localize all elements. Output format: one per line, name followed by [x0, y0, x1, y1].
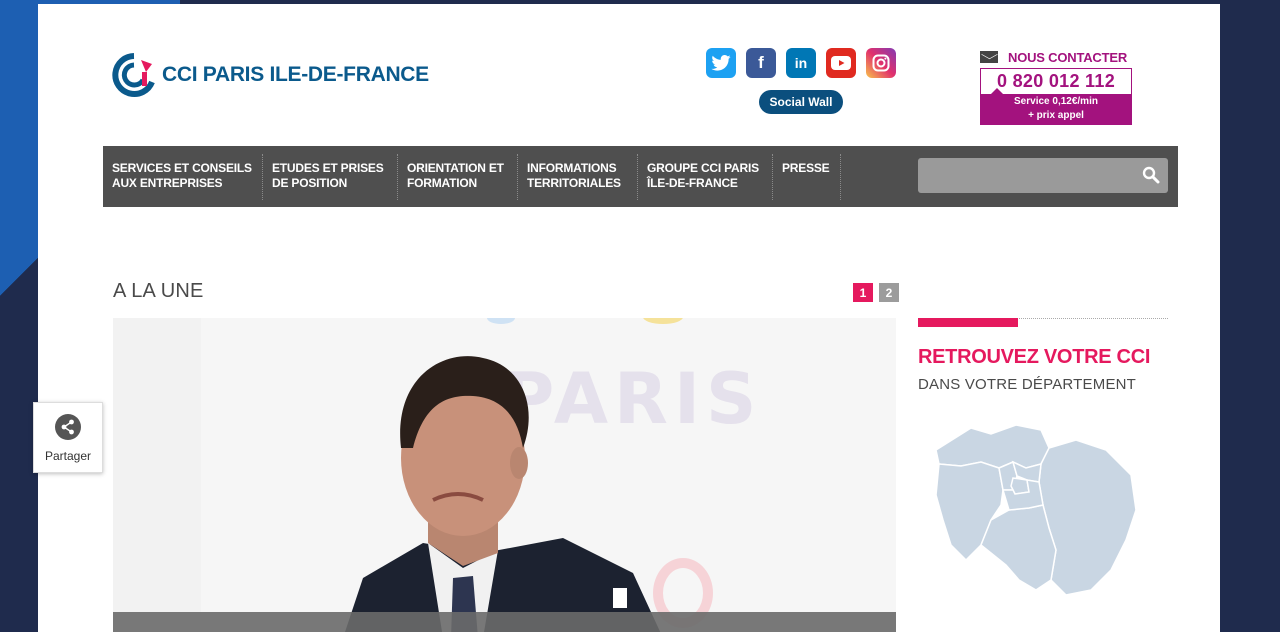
search-icon[interactable] — [1142, 166, 1160, 184]
contact-header[interactable]: NOUS CONTACTER — [980, 48, 1134, 66]
phone-number[interactable]: 0 820 012 112 — [981, 69, 1131, 94]
pager-button-1[interactable]: 1 — [853, 283, 873, 302]
pager-button-2[interactable]: 2 — [879, 283, 899, 302]
linkedin-icon[interactable]: in — [786, 48, 816, 78]
side-accent-bar — [918, 318, 1018, 327]
map-region-seine-et-marne — [1038, 439, 1137, 596]
carousel-pager: 1 2 — [853, 283, 899, 302]
phone-note: Service 0,12€/min + prix appel — [981, 88, 1131, 124]
map-region-val-d-oise — [935, 424, 1050, 469]
cci-logo-icon — [112, 53, 155, 97]
nav-item-label: ETUDES ET PRISES — [272, 161, 384, 175]
social-links: f in — [706, 48, 896, 78]
phone-note-line2: + prix appel — [1028, 110, 1084, 121]
instagram-icon[interactable] — [866, 48, 896, 78]
ile-de-france-map[interactable] — [931, 420, 1141, 600]
nav-item-label: DE POSITION — [272, 176, 348, 190]
phone-box: 0 820 012 112 Service 0,12€/min + prix a… — [980, 68, 1132, 125]
facebook-icon[interactable]: f — [746, 48, 776, 78]
hero-person-image — [345, 356, 661, 632]
section-title: A LA UNE — [113, 280, 204, 302]
contact-label[interactable]: NOUS CONTACTER — [1008, 50, 1127, 65]
search-box — [918, 158, 1168, 193]
nav-item-label: FORMATION — [407, 176, 477, 190]
nav-item-groupe[interactable]: GROUPE CCI PARIS ÎLE-DE-FRANCE — [638, 154, 773, 200]
nav-item-label: INFORMATIONS — [527, 161, 617, 175]
side-title: RETROUVEZ VOTRE CCI — [918, 346, 1151, 368]
logo-text: CCI PARIS ILE-DE-FRANCE — [162, 63, 429, 86]
share-icon — [55, 414, 81, 440]
nav-item-label: GROUPE CCI PARIS — [647, 161, 759, 175]
share-widget[interactable]: Partager — [33, 402, 103, 473]
main-nav: SERVICES ET CONSEILS AUX ENTREPRISES ETU… — [103, 146, 1178, 207]
page-container: CCI PARIS ILE-DE-FRANCE f in Social Wall… — [38, 4, 1220, 632]
phone-note-line1: Service 0,12€/min — [1014, 96, 1098, 107]
youtube-icon[interactable] — [826, 48, 856, 78]
contact-block[interactable]: NOUS CONTACTER 0 820 012 112 Service 0,1… — [980, 48, 1134, 125]
nav-item-label: PRESSE — [782, 161, 830, 175]
hero-slide[interactable]: PARIS — [113, 318, 896, 632]
page-background — [0, 0, 40, 632]
nav-item-etudes[interactable]: ETUDES ET PRISES DE POSITION — [263, 154, 398, 200]
mail-icon — [980, 51, 998, 63]
search-input[interactable] — [918, 158, 1128, 193]
nav-item-label: ÎLE-DE-FRANCE — [647, 176, 738, 190]
site-logo[interactable]: CCI PARIS ILE-DE-FRANCE — [112, 52, 429, 98]
nav-item-informations[interactable]: INFORMATIONS TERRITORIALES — [518, 154, 638, 200]
nav-item-label: AUX ENTREPRISES — [112, 176, 223, 190]
nav-item-label: SERVICES ET CONSEILS — [112, 161, 252, 175]
nav-item-orientation[interactable]: ORIENTATION ET FORMATION — [398, 154, 518, 200]
nav-item-presse[interactable]: PRESSE — [773, 154, 841, 200]
twitter-icon[interactable] — [706, 48, 736, 78]
nav-item-services[interactable]: SERVICES ET CONSEILS AUX ENTREPRISES — [103, 154, 263, 200]
share-label: Partager — [44, 449, 92, 463]
nav-item-label: TERRITORIALES — [527, 176, 621, 190]
hero-caption-bar — [113, 612, 896, 632]
social-wall-button[interactable]: Social Wall — [759, 90, 843, 114]
nav-item-label: ORIENTATION ET — [407, 161, 504, 175]
side-subtitle: DANS VOTRE DÉPARTEMENT — [918, 376, 1137, 393]
